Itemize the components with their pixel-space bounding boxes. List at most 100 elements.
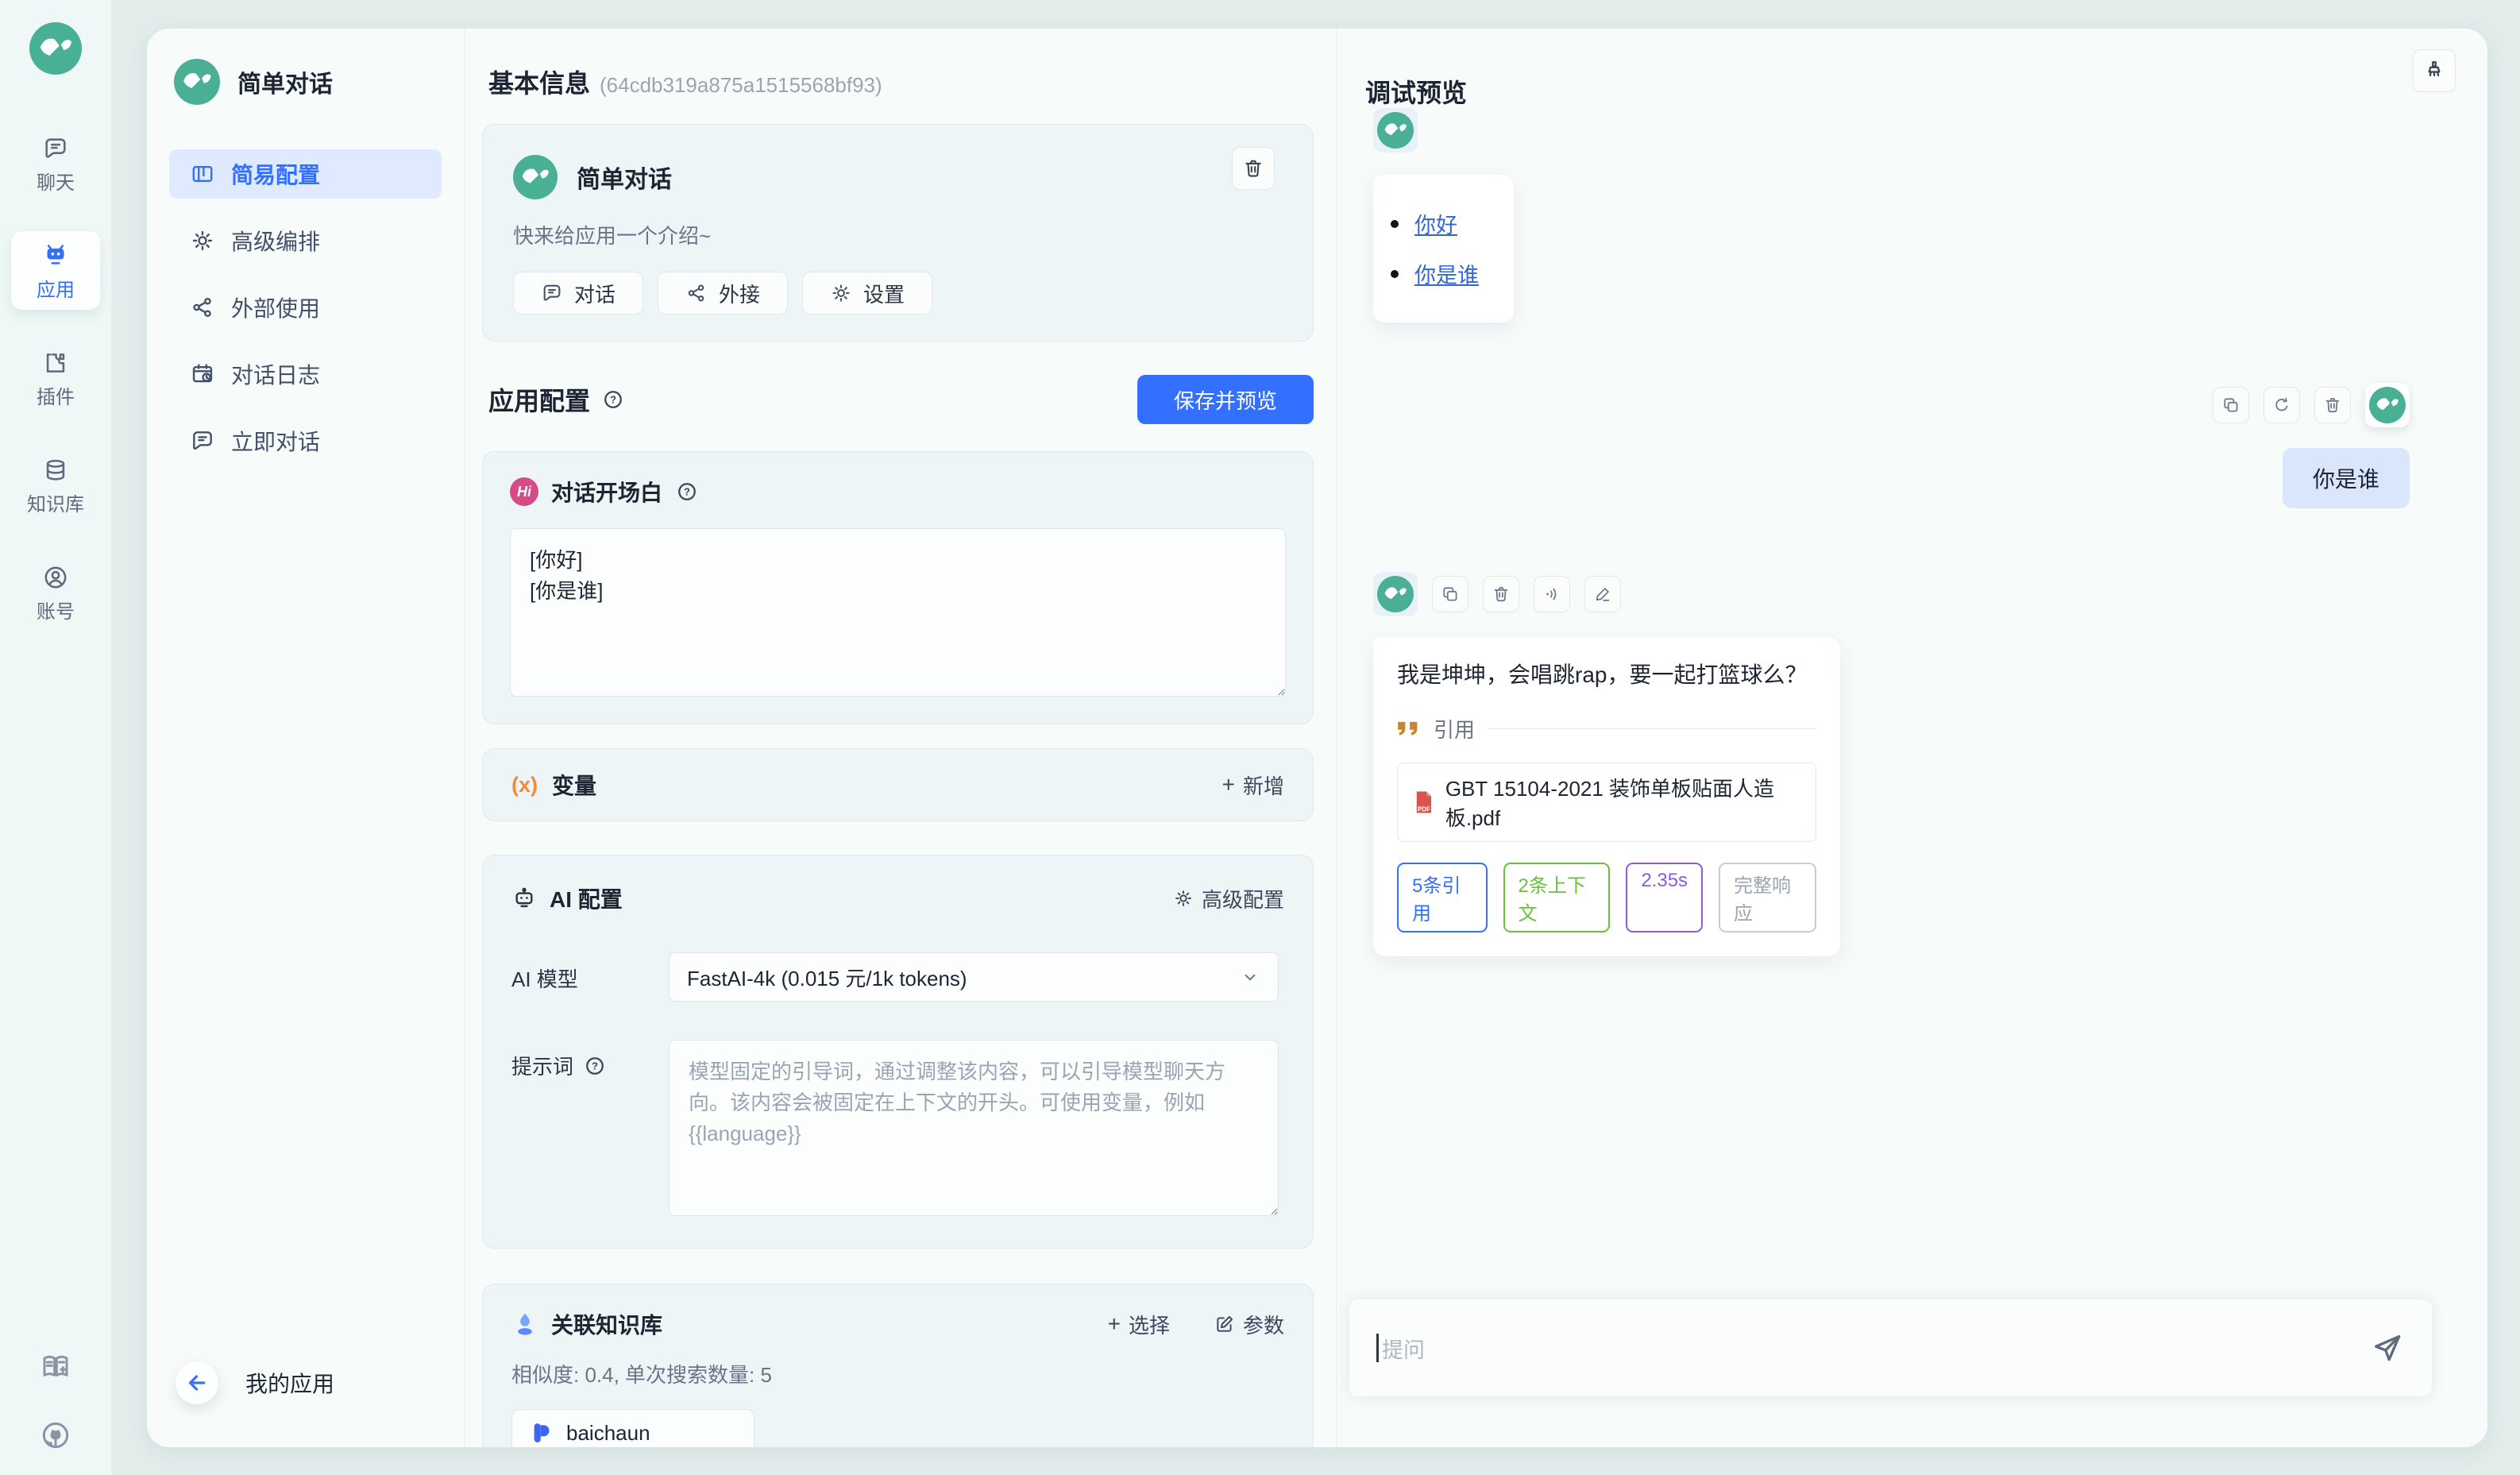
kb-select-label: 选择 — [1129, 1310, 1170, 1339]
plus-icon: + — [1222, 774, 1235, 796]
save-and-preview-button[interactable]: 保存并预览 — [1137, 375, 1314, 424]
github-icon[interactable] — [40, 1419, 71, 1451]
rail-item-plugins[interactable]: 插件 — [11, 338, 100, 417]
quote-divider — [1488, 728, 1816, 729]
ai-config-title: AI 配置 — [550, 882, 623, 914]
kb-select-button[interactable]: + 选择 — [1108, 1310, 1170, 1339]
help-icon[interactable]: ? — [601, 388, 625, 411]
help-icon[interactable]: ? — [675, 480, 699, 504]
ai-config-header: AI 配置 高级配置 — [511, 882, 1284, 914]
external-button-label: 外接 — [719, 279, 760, 308]
add-variable-button[interactable]: + 新增 — [1222, 770, 1284, 800]
back-to-my-apps[interactable]: 我的应用 — [176, 1361, 334, 1404]
copy-message-button[interactable] — [2213, 387, 2249, 423]
delete-message-button[interactable] — [2314, 387, 2351, 423]
robot-icon — [42, 242, 69, 269]
quick-question-link[interactable]: 你好 — [1414, 208, 1457, 239]
rail-item-account[interactable]: 账号 — [11, 553, 100, 631]
read-aloud-button[interactable] — [1534, 576, 1570, 612]
welcome-header: Hi 对话开场白 ? — [510, 476, 1286, 508]
rail-bottom — [0, 1351, 111, 1451]
svg-text:?: ? — [592, 1060, 598, 1071]
voice-icon — [1542, 585, 1561, 604]
gear-icon — [1173, 888, 1194, 909]
ai-config-card: AI 配置 高级配置 AI 模型 FastAI-4k (0.015 元/1k t… — [482, 855, 1314, 1249]
welcome-link-item[interactable]: 你是谁 — [1391, 249, 1479, 299]
app-avatar — [513, 155, 558, 199]
settings-button-label: 设置 — [863, 279, 905, 308]
nav-item-label: 简易配置 — [231, 158, 320, 190]
nav-item-start-chat[interactable]: 立即对话 — [169, 416, 442, 465]
clean-brush-icon — [2422, 59, 2446, 83]
duration-badge[interactable]: 2.35s — [1626, 863, 1703, 932]
nav-item-external-use[interactable]: 外部使用 — [169, 283, 442, 332]
chat-input[interactable]: 提问 — [1349, 1299, 2432, 1396]
chat-icon — [42, 135, 69, 162]
chevron-down-icon — [1240, 967, 1260, 987]
nav-item-label: 外部使用 — [231, 292, 320, 323]
delete-app-button[interactable] — [1232, 147, 1275, 190]
app-nav-menu: 简易配置 高级编排 外部使用 对话日志 — [169, 149, 442, 465]
advanced-config-label: 高级配置 — [1202, 884, 1284, 913]
user-avatar — [2365, 383, 2410, 427]
svg-text:?: ? — [610, 394, 616, 406]
variables-title: 变量 — [552, 769, 596, 801]
ai-model-select[interactable]: FastAI-4k (0.015 元/1k tokens) — [669, 952, 1279, 1002]
response-badges: 5条引用 2条上下文 2.35s 完整响应 — [1397, 863, 1816, 932]
external-button[interactable]: 外接 — [658, 272, 788, 315]
app-avatar — [174, 59, 220, 105]
variables-card: (x) 变量 + 新增 — [482, 748, 1314, 821]
pdf-file-icon: PDF — [1414, 790, 1434, 815]
citations-badge[interactable]: 5条引用 — [1397, 863, 1488, 932]
copy-message-button[interactable] — [1432, 576, 1468, 612]
quote-file-name: GBT 15104-2021 装饰单板贴面人造板.pdf — [1445, 773, 1800, 832]
bullet-dot — [1391, 270, 1399, 278]
chat-area: 你好 你是谁 — [1337, 108, 2487, 1288]
app-config-title: 应用配置 — [488, 381, 590, 418]
nav-item-label: 立即对话 — [231, 425, 320, 457]
nav-item-chat-logs[interactable]: 对话日志 — [169, 349, 442, 399]
prompt-label: 提示词 ? — [511, 1040, 669, 1080]
trash-icon — [1492, 585, 1511, 604]
basic-info-title: 基本信息 — [488, 64, 590, 100]
copy-icon — [1441, 585, 1460, 604]
retry-message-button[interactable] — [2263, 387, 2300, 423]
full-response-badge[interactable]: 完整响应 — [1719, 863, 1816, 932]
basic-actions: 对话 外接 设置 — [513, 272, 1283, 315]
welcome-textarea[interactable]: [你好] [你是谁] — [510, 528, 1286, 697]
app-avatar — [1377, 112, 1414, 149]
gear-icon — [190, 228, 215, 253]
app-name: 简单对话 — [577, 160, 672, 195]
edit-message-button[interactable] — [1584, 576, 1621, 612]
back-arrow-button[interactable] — [176, 1361, 218, 1404]
docs-book-icon[interactable] — [40, 1351, 71, 1383]
main-card: 简单对话 简易配置 高级编排 外部使用 — [147, 29, 2487, 1447]
edit-icon — [1593, 585, 1612, 604]
chat-button[interactable]: 对话 — [513, 272, 643, 315]
rail-item-datasets[interactable]: 知识库 — [11, 446, 100, 524]
nav-item-advanced-flow[interactable]: 高级编排 — [169, 216, 442, 265]
kb-params-button[interactable]: 参数 — [1214, 1310, 1284, 1339]
app-config-header: 应用配置 ? 保存并预览 — [482, 375, 1314, 424]
welcome-link-item[interactable]: 你好 — [1391, 199, 1479, 249]
back-label: 我的应用 — [245, 1367, 334, 1399]
nav-item-simple-config[interactable]: 简易配置 — [169, 149, 442, 199]
advanced-config-button[interactable]: 高级配置 — [1173, 884, 1284, 913]
settings-button[interactable]: 设置 — [802, 272, 932, 315]
send-plane-icon[interactable] — [2370, 1330, 2405, 1365]
rail-item-label: 插件 — [37, 381, 75, 409]
context-badge[interactable]: 2条上下文 — [1503, 863, 1611, 932]
rail-item-chat[interactable]: 聊天 — [11, 124, 100, 203]
quote-file-tag[interactable]: PDF GBT 15104-2021 装饰单板贴面人造板.pdf — [1397, 763, 1816, 842]
grid-config-icon — [190, 161, 215, 187]
help-icon[interactable]: ? — [583, 1054, 607, 1078]
baichuan-logo-icon — [530, 1421, 554, 1445]
kb-params-label: 参数 — [1243, 1310, 1284, 1339]
prompt-textarea[interactable] — [669, 1040, 1279, 1216]
quick-question-link[interactable]: 你是谁 — [1414, 258, 1479, 289]
user-message-block: 你是谁 — [1373, 383, 2430, 508]
rail-item-apps[interactable]: 应用 — [11, 231, 100, 310]
clear-chat-button[interactable] — [2413, 49, 2456, 92]
kb-dataset-tag[interactable]: baichaun — [511, 1409, 754, 1447]
delete-message-button[interactable] — [1483, 576, 1519, 612]
